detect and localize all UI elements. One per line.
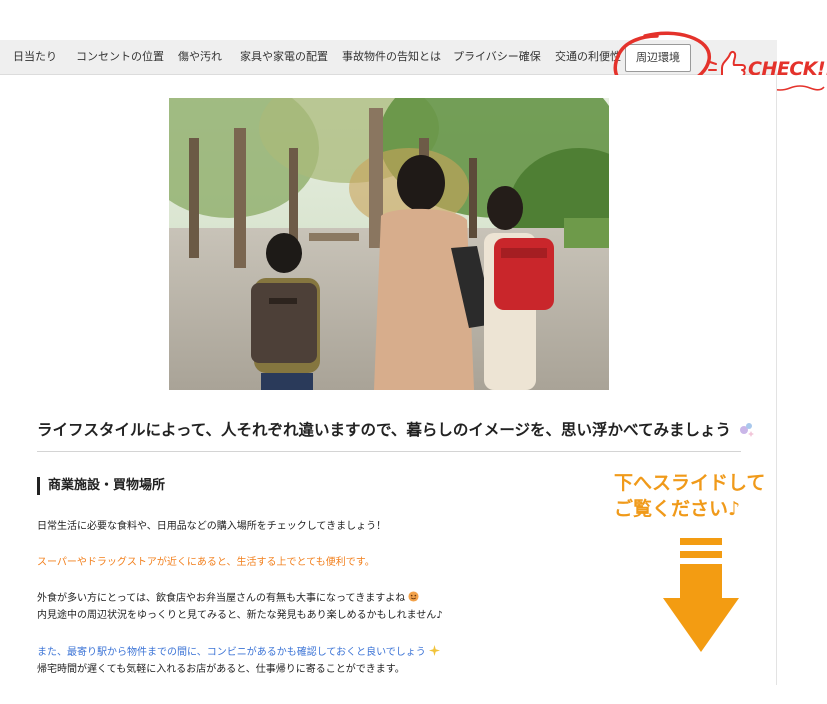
scroll-hint-line1: 下へスライドして (614, 472, 766, 494)
convenience-text: また、最寄り駅から物件までの間に、コンビニがあるかも確認しておくと良いでしょう (37, 647, 426, 658)
tab-privacy[interactable]: プライバシー確保 (453, 40, 541, 74)
paragraph-dining-line1: 外食が多い方にとっては、飲食店やお弁当屋さんの有無も大事になってきますよね (37, 591, 419, 606)
tab-outlet-position[interactable]: コンセントの位置 (76, 40, 164, 74)
sparkle-icon (740, 423, 755, 437)
dining-text: 外食が多い方にとっては、飲食店やお弁当屋さんの有無も大事になってきますよね (37, 593, 406, 604)
tab-sunlight[interactable]: 日当たり (13, 40, 57, 74)
smiley-icon (408, 591, 419, 602)
family-park-photo (169, 98, 609, 390)
lead-text-content: ライフスタイルによって、人それぞれ違いますので、暮らしのイメージを、思い浮かべて… (37, 421, 731, 439)
lead-divider (37, 451, 741, 452)
tab-scratches-stains[interactable]: 傷や汚れ (178, 40, 222, 74)
paragraph-supermarket-highlight: スーパーやドラッグストアが近くにあると、生活する上でとても便利です。 (37, 557, 375, 568)
tab-furniture-layout[interactable]: 家具や家電の配置 (240, 40, 328, 74)
paragraph-dining-line2: 内見途中の周辺状況をゆっくりと見てみると、新たな発見もあり楽しめるかもしれません… (37, 610, 443, 621)
paragraph-shopping-intro: 日常生活に必要な食料や、日用品などの購入場所をチェックしてきましょう！ (37, 521, 387, 532)
tab-incident-disclosure[interactable]: 事故物件の告知とは (342, 40, 441, 74)
paragraph-late-return: 帰宅時間が遅くても気軽に入れるお店があると、仕事帰りに寄ることができます。 (37, 664, 405, 675)
scroll-hint: 下へスライドして ご覧ください♪ (614, 470, 765, 522)
paragraph-convenience-highlight: また、最寄り駅から物件までの間に、コンビニがあるかも確認しておくと良いでしょう (37, 645, 440, 660)
section-heading: 商業施設・買物場所 (37, 477, 165, 495)
lead-text: ライフスタイルによって、人それぞれ違いますので、暮らしのイメージを、思い浮かべて… (37, 418, 755, 440)
scroll-hint-line2: ご覧ください♪ (614, 498, 741, 520)
down-arrow-icon (663, 538, 739, 652)
sparkle-icon (429, 645, 440, 656)
